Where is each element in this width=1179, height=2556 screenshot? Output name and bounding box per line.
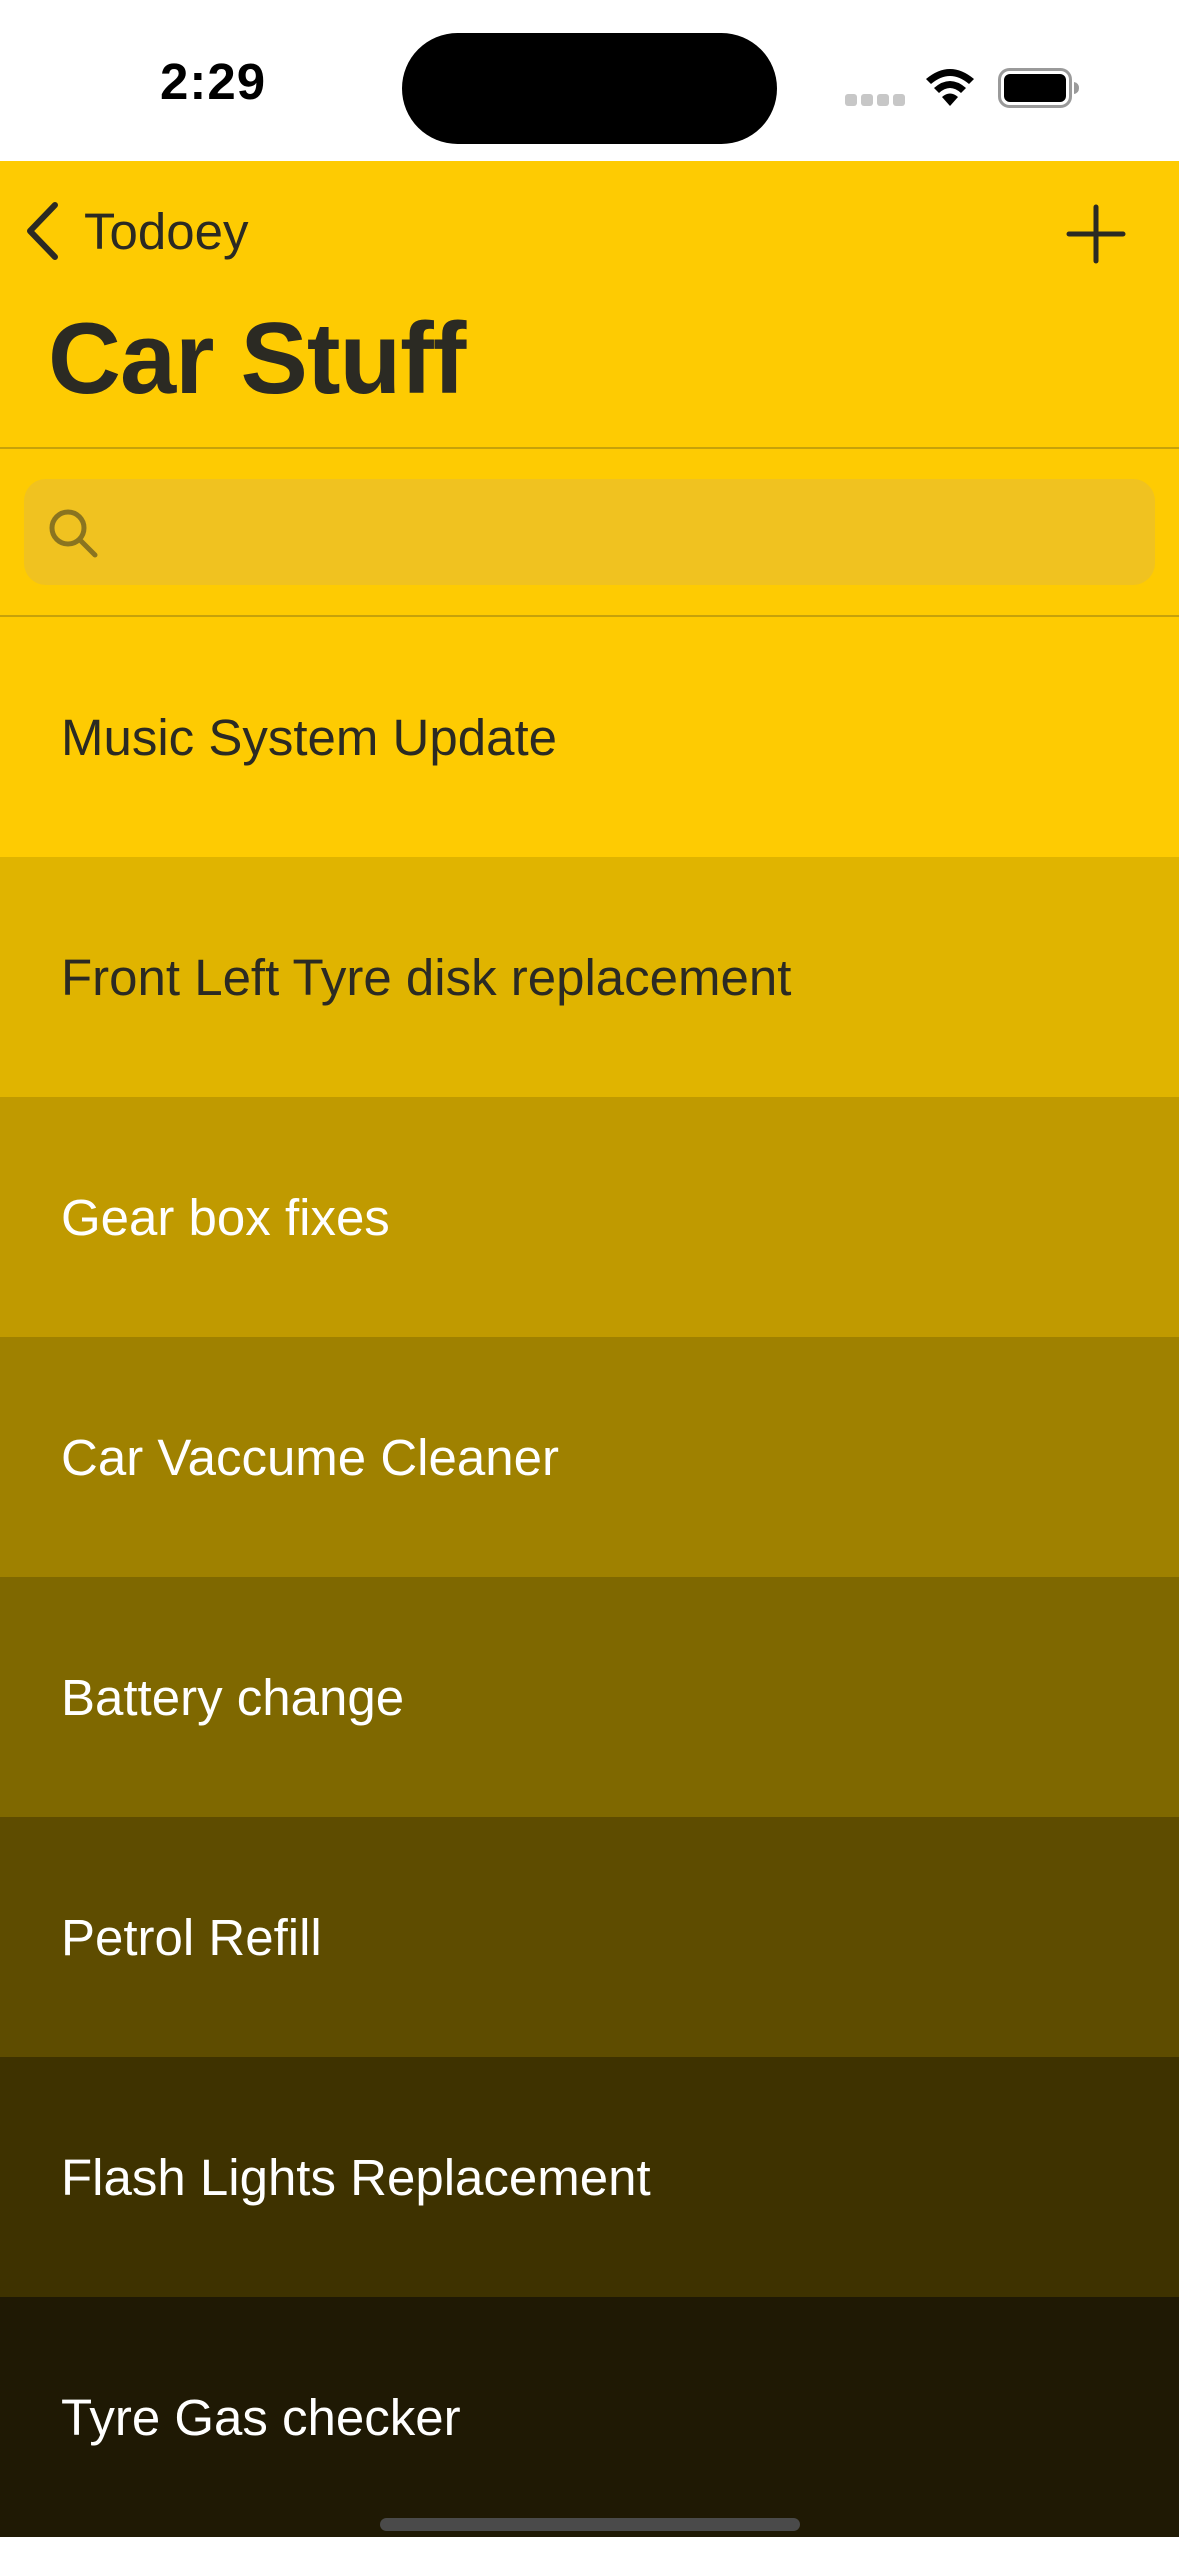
status-time: 2:29 bbox=[160, 53, 267, 110]
status-bar: 2:29 bbox=[0, 0, 1179, 161]
home-indicator[interactable] bbox=[380, 2518, 800, 2531]
todo-list: Music System Update Front Left Tyre disk… bbox=[0, 617, 1179, 2537]
todo-row[interactable]: Flash Lights Replacement bbox=[0, 2057, 1179, 2297]
back-button[interactable]: Todoey bbox=[22, 195, 248, 267]
plus-icon bbox=[1066, 204, 1126, 264]
dynamic-island bbox=[402, 33, 777, 144]
todo-row[interactable]: Petrol Refill bbox=[0, 1817, 1179, 2057]
todo-row[interactable]: Battery change bbox=[0, 1577, 1179, 1817]
todo-row[interactable]: Music System Update bbox=[0, 617, 1179, 857]
todo-label: Music System Update bbox=[61, 708, 558, 766]
search-bar bbox=[0, 449, 1179, 617]
todo-label: Petrol Refill bbox=[61, 1908, 322, 1966]
wifi-icon bbox=[926, 69, 974, 106]
page-title: Car Stuff bbox=[48, 303, 466, 415]
chevron-left-icon bbox=[27, 202, 58, 260]
todo-label: Front Left Tyre disk replacement bbox=[61, 948, 792, 1006]
battery-icon bbox=[998, 68, 1079, 108]
todo-row[interactable]: Gear box fixes bbox=[0, 1097, 1179, 1337]
todo-label: Tyre Gas checker bbox=[61, 2388, 461, 2446]
todo-label: Car Vaccume Cleaner bbox=[61, 1428, 559, 1486]
bottom-strip bbox=[0, 2537, 1179, 2556]
todo-label: Battery change bbox=[61, 1668, 405, 1726]
todo-label: Gear box fixes bbox=[61, 1188, 390, 1246]
todo-row[interactable]: Front Left Tyre disk replacement bbox=[0, 857, 1179, 1097]
magnifying-glass-icon bbox=[49, 509, 98, 558]
navigation-bar: Todoey Car Stuff bbox=[0, 161, 1179, 449]
add-item-button[interactable] bbox=[1063, 201, 1129, 267]
todo-row[interactable]: Car Vaccume Cleaner bbox=[0, 1337, 1179, 1577]
back-button-label: Todoey bbox=[84, 202, 249, 260]
cellular-signal-icon bbox=[845, 94, 905, 108]
search-input[interactable] bbox=[120, 479, 1130, 585]
search-field[interactable] bbox=[24, 479, 1155, 585]
todo-row[interactable]: Tyre Gas checker bbox=[0, 2297, 1179, 2537]
todo-label: Flash Lights Replacement bbox=[61, 2148, 651, 2206]
